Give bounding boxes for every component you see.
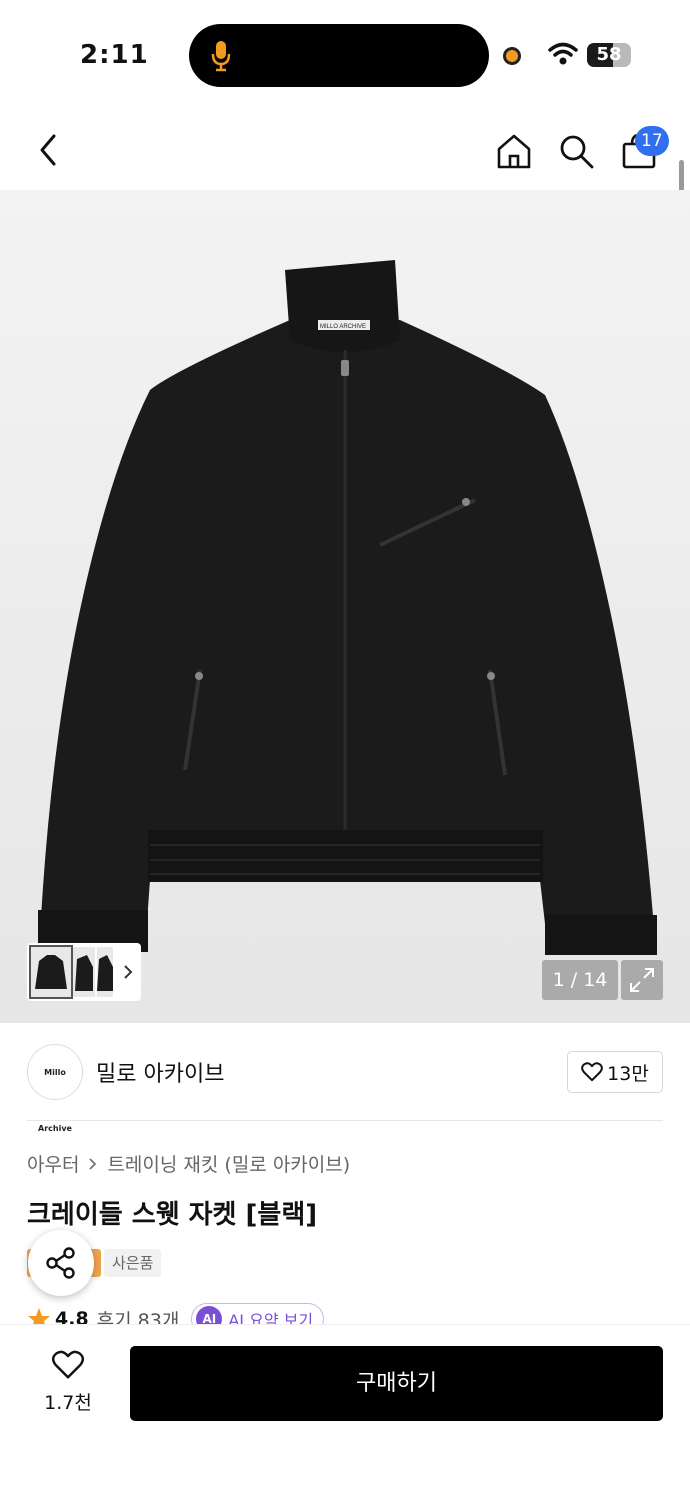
back-arrow-icon[interactable]: [34, 132, 64, 168]
buy-button[interactable]: 구매하기: [130, 1346, 663, 1421]
expand-button[interactable]: [621, 960, 663, 1000]
product-title: 크레이들 스웻 자켓 [블랙]: [27, 1200, 318, 1230]
search-icon[interactable]: [557, 132, 595, 170]
status-bar: 2:11 58: [0, 0, 690, 110]
expand-icon: [630, 968, 654, 992]
brand-like-button[interactable]: 13만: [567, 1051, 663, 1093]
heart-outline-icon: [51, 1350, 85, 1379]
jacket-image: MILLO ARCHIVE: [38, 260, 657, 955]
wishlist-button[interactable]: 1.7천: [36, 1350, 100, 1415]
thumbnail-side[interactable]: [73, 947, 95, 997]
heart-outline-icon: [581, 1062, 604, 1082]
top-nav: [0, 110, 690, 190]
status-time: 2:11: [80, 40, 149, 70]
gift-tag: 사은품: [104, 1249, 162, 1277]
cart-count-badge: 17: [635, 126, 669, 156]
chevron-right-icon[interactable]: [121, 962, 135, 982]
recording-indicator-icon: [503, 47, 521, 65]
thumbnail-back[interactable]: [97, 947, 113, 997]
battery-icon: 58: [587, 43, 631, 67]
wishlist-count: 1.7천: [44, 1392, 92, 1414]
share-icon: [46, 1247, 75, 1279]
breadcrumb-category[interactable]: 아우터: [27, 1150, 79, 1177]
breadcrumb: 아우터 트레이닝 재킷 (밀로 아카이브): [27, 1150, 350, 1177]
brand-name[interactable]: 밀로 아카이브: [96, 1056, 224, 1088]
brand-like-count: 13만: [607, 1062, 649, 1085]
divider: [27, 1120, 663, 1121]
brand-logo[interactable]: Millo Archive: [27, 1044, 83, 1133]
thumbnail-front[interactable]: [29, 945, 73, 999]
wifi-icon: [548, 42, 578, 65]
chevron-right-icon: [89, 1157, 97, 1170]
share-button[interactable]: [28, 1230, 94, 1296]
thumbnail-strip[interactable]: [27, 943, 141, 1001]
dynamic-island: [189, 24, 489, 87]
image-counter: 1 / 14: [542, 960, 618, 1000]
breadcrumb-subcategory[interactable]: 트레이닝 재킷 (밀로 아카이브): [107, 1150, 350, 1177]
microphone-icon: [211, 41, 231, 72]
product-image-gallery[interactable]: MILLO ARCHIVE: [0, 190, 690, 1023]
jacket-label-text: MILLO ARCHIVE: [320, 324, 366, 330]
home-icon[interactable]: [495, 132, 533, 170]
